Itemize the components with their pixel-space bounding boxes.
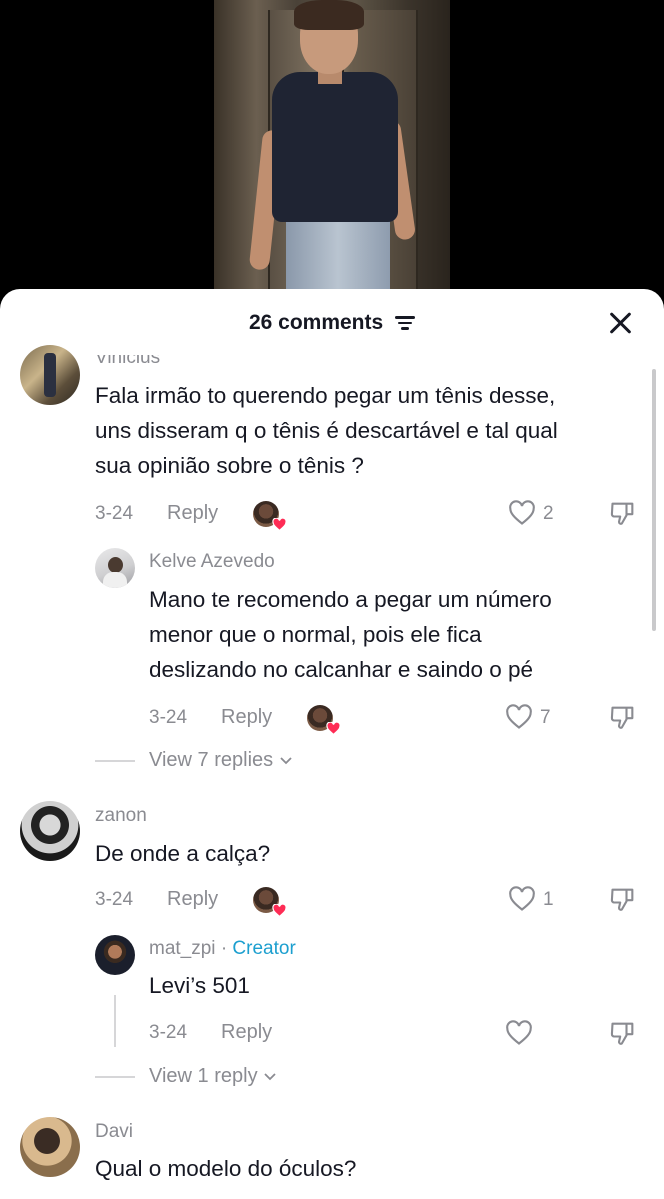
view-replies-button[interactable]: View 7 replies bbox=[149, 749, 293, 772]
comment-text-line: sua opinião sobre o tênis ? bbox=[95, 453, 364, 478]
comment-date: 3-24 bbox=[149, 1022, 188, 1043]
video-person-hair bbox=[294, 0, 364, 30]
heart-outline-icon[interactable] bbox=[505, 704, 533, 730]
reply-username: mat_zpi · Creator bbox=[149, 938, 296, 960]
video-player[interactable] bbox=[0, 0, 664, 300]
close-icon[interactable] bbox=[608, 311, 632, 335]
scrollbar[interactable] bbox=[652, 369, 656, 631]
comment-text: Fala irmão to querendo pegar um tênis de… bbox=[95, 378, 558, 483]
comment-text-line: Qual o modelo do óculos? bbox=[95, 1156, 357, 1181]
comment-text: De onde a calça? bbox=[95, 836, 270, 871]
view-replies-button[interactable]: View 1 reply bbox=[149, 1065, 277, 1088]
avatar[interactable] bbox=[20, 345, 80, 405]
view-replies-divider bbox=[95, 760, 135, 762]
comment-username[interactable]: Davi bbox=[95, 1121, 133, 1143]
comment-count: 26 comments bbox=[248, 311, 384, 335]
avatar[interactable] bbox=[20, 801, 80, 861]
comment-text-line: uns disseram q o tênis é descartável e t… bbox=[95, 418, 558, 443]
avatar[interactable] bbox=[95, 548, 135, 588]
video-person-jeans bbox=[286, 214, 390, 300]
video-person-shirt bbox=[272, 72, 398, 222]
avatar[interactable] bbox=[20, 1117, 80, 1177]
creator-liked-avatar bbox=[253, 501, 287, 531]
like-count: 7 bbox=[540, 707, 551, 728]
heart-badge-icon bbox=[326, 722, 341, 735]
view-replies-label: View 7 replies bbox=[149, 749, 274, 771]
reply-button[interactable]: Reply bbox=[221, 1021, 272, 1044]
heart-outline-icon[interactable] bbox=[505, 1020, 533, 1046]
comment-date: 3-24 bbox=[95, 503, 134, 524]
filter-icon[interactable] bbox=[395, 316, 416, 330]
reply-text: Mano te recomendo a pegar um número meno… bbox=[149, 582, 552, 687]
like-count: 2 bbox=[543, 503, 554, 524]
heart-outline-icon[interactable] bbox=[508, 500, 536, 526]
comment-date: 3-24 bbox=[149, 707, 188, 728]
comment-text-line: Fala irmão to querendo pegar um tênis de… bbox=[95, 383, 556, 408]
reply-text: Levi’s 501 bbox=[149, 968, 250, 1003]
chevron-down-icon bbox=[264, 1073, 276, 1080]
reply-username-text[interactable]: mat_zpi bbox=[149, 938, 216, 959]
comment-username[interactable]: zanon bbox=[95, 805, 147, 827]
comment-text-line: menor que o normal, pois ele fica bbox=[149, 622, 482, 647]
view-replies-divider bbox=[95, 1076, 135, 1078]
thumbs-down-icon[interactable] bbox=[609, 499, 637, 527]
chevron-down-icon bbox=[280, 757, 292, 764]
reply-button[interactable]: Reply bbox=[167, 502, 218, 525]
comments-sheet: 26 comments Vinicius Fala irmão to quere… bbox=[0, 289, 664, 1199]
comment-text-line: Mano te recomendo a pegar um número bbox=[149, 587, 552, 612]
thumbs-down-icon[interactable] bbox=[609, 1019, 637, 1047]
comment-date: 3-24 bbox=[95, 889, 134, 910]
heart-badge-icon bbox=[272, 518, 287, 531]
comment-text-line: De onde a calça? bbox=[95, 841, 271, 866]
like-count: 1 bbox=[543, 889, 554, 910]
reply-button[interactable]: Reply bbox=[167, 888, 218, 911]
reply-username[interactable]: Kelve Azevedo bbox=[149, 551, 275, 573]
heart-badge-icon bbox=[272, 904, 287, 917]
heart-outline-icon[interactable] bbox=[508, 886, 536, 912]
thread-line bbox=[114, 995, 116, 1047]
comments-header: 26 comments bbox=[0, 289, 664, 357]
reply-button[interactable]: Reply bbox=[221, 706, 272, 729]
creator-liked-avatar bbox=[307, 705, 341, 735]
creator-liked-avatar bbox=[253, 887, 287, 917]
comment-text: Qual o modelo do óculos? bbox=[95, 1151, 356, 1186]
comment-text-line: deslizando no calcanhar e saindo o pé bbox=[149, 657, 534, 682]
avatar[interactable] bbox=[95, 935, 135, 975]
separator-dot: · bbox=[220, 938, 228, 959]
thumbs-down-icon[interactable] bbox=[609, 703, 637, 731]
thumbs-down-icon[interactable] bbox=[609, 885, 637, 913]
comments-title[interactable]: 26 comments bbox=[0, 311, 664, 335]
comment-text-line: Levi’s 501 bbox=[149, 973, 250, 998]
creator-badge: Creator bbox=[232, 938, 296, 959]
view-replies-label: View 1 reply bbox=[149, 1065, 258, 1087]
